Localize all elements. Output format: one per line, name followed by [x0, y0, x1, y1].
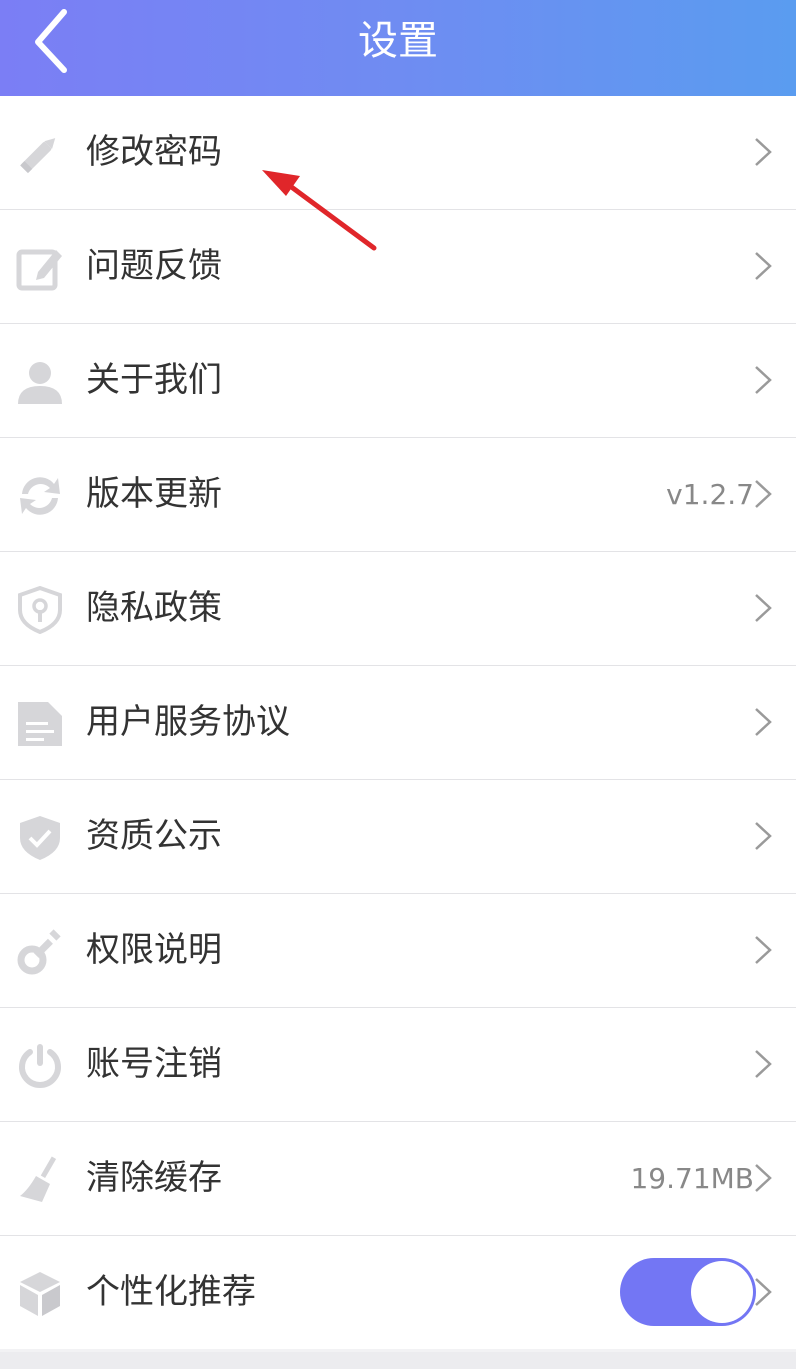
row-label: 隐私政策 — [86, 588, 222, 628]
chevron-right-icon — [755, 594, 772, 622]
chevron-right-icon — [755, 366, 772, 394]
settings-row-user-agreement[interactable]: 用户服务协议 — [0, 666, 796, 780]
settings-row-change-password[interactable]: 修改密码 — [0, 96, 796, 210]
row-label: 版本更新 — [86, 474, 222, 514]
document-icon — [18, 702, 62, 746]
page-title: 设置 — [358, 18, 438, 64]
row-label: 修改密码 — [86, 132, 222, 172]
toggle-knob — [691, 1261, 753, 1323]
settings-row-account-cancel[interactable]: 账号注销 — [0, 1008, 796, 1122]
row-label: 用户服务协议 — [86, 702, 290, 742]
row-label: 清除缓存 — [86, 1158, 222, 1198]
settings-row-version-update[interactable]: 版本更新 v1.2.7 — [0, 438, 796, 552]
settings-row-feedback[interactable]: 问题反馈 — [0, 210, 796, 324]
settings-row-personalized-recommendation: 个性化推荐 — [0, 1236, 796, 1349]
chevron-right-icon — [755, 936, 772, 964]
shield-check-icon — [20, 816, 60, 860]
header-bar: 设置 — [0, 0, 796, 96]
cache-size-value: 19.71MB — [630, 1162, 754, 1195]
pencil-icon — [20, 138, 56, 174]
settings-row-permissions[interactable]: 权限说明 — [0, 894, 796, 1008]
user-icon — [18, 362, 62, 404]
row-label: 权限说明 — [86, 930, 222, 970]
key-icon — [17, 929, 61, 975]
edit-note-icon — [16, 249, 62, 291]
row-label: 资质公示 — [86, 816, 222, 856]
chevron-right-icon — [755, 480, 772, 508]
settings-row-privacy-policy[interactable]: 隐私政策 — [0, 552, 796, 666]
shield-lock-icon — [18, 586, 62, 634]
cube-icon — [20, 1272, 60, 1316]
chevron-right-icon — [755, 252, 772, 280]
version-value: v1.2.7 — [666, 478, 754, 511]
chevron-right-icon — [755, 138, 772, 166]
broom-icon — [20, 1156, 57, 1202]
chevron-right-icon — [755, 1164, 772, 1192]
refresh-icon — [20, 477, 60, 515]
row-label: 关于我们 — [86, 360, 222, 400]
bottom-background — [0, 1352, 796, 1369]
settings-row-about-us[interactable]: 关于我们 — [0, 324, 796, 438]
row-label: 问题反馈 — [86, 246, 222, 286]
chevron-right-icon — [755, 1278, 772, 1306]
row-label: 个性化推荐 — [86, 1272, 256, 1312]
chevron-right-icon — [755, 1050, 772, 1078]
personalized-recommendation-toggle[interactable] — [620, 1258, 756, 1326]
settings-row-clear-cache[interactable]: 清除缓存 19.71MB — [0, 1122, 796, 1236]
power-icon — [19, 1044, 61, 1088]
row-label: 账号注销 — [86, 1044, 222, 1084]
settings-row-qualification[interactable]: 资质公示 — [0, 780, 796, 894]
settings-list: 修改密码 问题反馈 关于我们 版本更新 v1.2.7 隐私政策 用户服务协议 资… — [0, 96, 796, 1349]
chevron-right-icon — [755, 822, 772, 850]
chevron-right-icon — [755, 708, 772, 736]
